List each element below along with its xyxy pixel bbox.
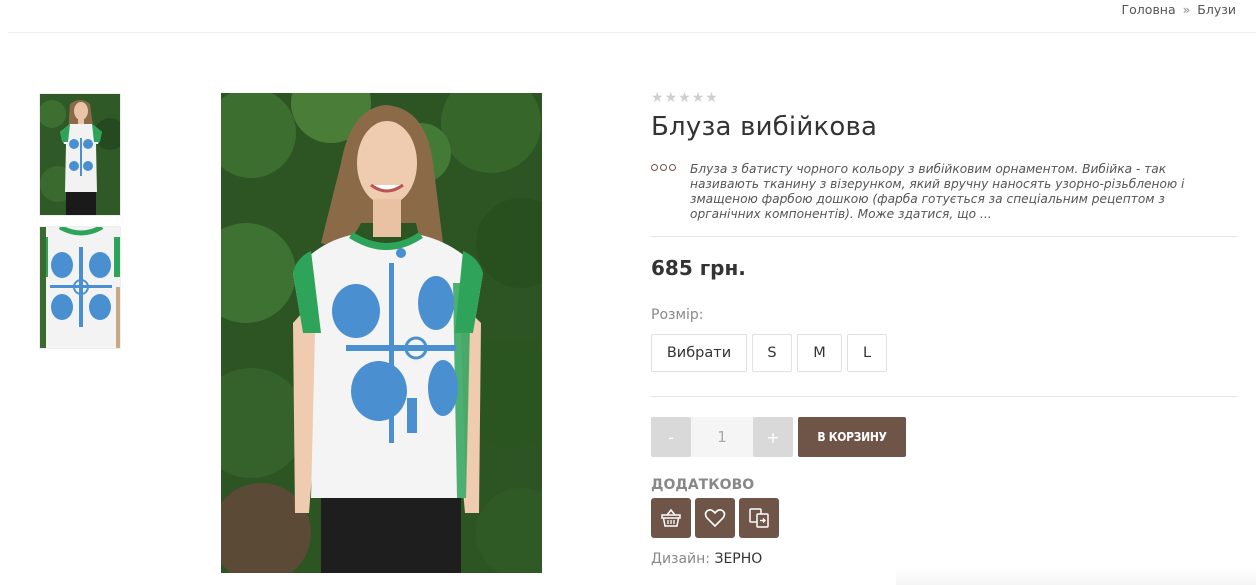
size-option-l[interactable]: L	[847, 334, 887, 372]
extra-actions	[651, 498, 1237, 538]
design-value[interactable]: ЗЕРНО	[714, 551, 762, 567]
design-label: Дизайн:	[651, 551, 711, 567]
star-icon[interactable]: ★	[705, 91, 718, 105]
compare-icon	[749, 508, 769, 528]
basket-icon	[661, 508, 681, 527]
compare-button[interactable]	[739, 498, 779, 538]
size-options: Вибрати S M L	[651, 334, 1237, 372]
description-dots-icon	[651, 164, 676, 171]
breadcrumb-home[interactable]: Головна	[1122, 2, 1176, 17]
add-to-cart-button[interactable]: В КОРЗИНУ	[798, 417, 906, 457]
size-option-choose[interactable]: Вибрати	[651, 334, 747, 372]
thumbnail-detail[interactable]	[39, 226, 121, 349]
description-text: Блуза з батисту чорного кольору з вибійк…	[690, 162, 1185, 221]
add-to-cart-row: - 1 + В КОРЗИНУ	[651, 417, 1237, 457]
star-icon[interactable]: ★	[678, 91, 691, 105]
thumbnail-front[interactable]	[39, 93, 121, 216]
size-option-m[interactable]: M	[797, 334, 842, 372]
wishlist-button[interactable]	[695, 498, 735, 538]
star-icon[interactable]: ★	[692, 91, 705, 105]
divider	[651, 236, 1237, 237]
product-title: Блуза вибійкова	[651, 112, 878, 142]
main-product-photo[interactable]	[221, 93, 542, 573]
main-photo-image	[221, 93, 542, 573]
product-description: Блуза з батисту чорного кольору з вибійк…	[651, 162, 1236, 222]
design-info: Дизайн: ЗЕРНО	[651, 551, 1237, 567]
size-label: Розмір:	[651, 307, 704, 323]
rating-stars[interactable]: ★ ★ ★ ★ ★	[651, 90, 1237, 106]
heart-icon	[704, 509, 726, 528]
breadcrumb-current: Блузи	[1197, 2, 1236, 17]
star-icon[interactable]: ★	[665, 91, 678, 105]
product-info: ★ ★ ★ ★ ★ Блуза вибійкова Блуза з батист…	[651, 90, 1237, 567]
breadcrumb: Головна » Блузи	[1122, 2, 1236, 17]
quantity-increase-button[interactable]: +	[753, 417, 793, 457]
size-option-s[interactable]: S	[752, 334, 792, 372]
star-icon[interactable]: ★	[651, 91, 664, 105]
thumbnail-detail-image	[40, 227, 120, 348]
quantity-input[interactable]: 1	[691, 417, 753, 457]
extra-label: ДОДАТКОВО	[651, 477, 755, 493]
thumbnail-front-image	[40, 94, 120, 215]
product-price: 685 грн.	[651, 256, 746, 280]
header-divider	[8, 32, 1256, 33]
basket-button[interactable]	[651, 498, 691, 538]
divider	[651, 396, 1237, 397]
bottom-shadow	[896, 567, 1256, 585]
breadcrumb-separator: »	[1182, 2, 1191, 17]
quantity-decrease-button[interactable]: -	[651, 417, 691, 457]
